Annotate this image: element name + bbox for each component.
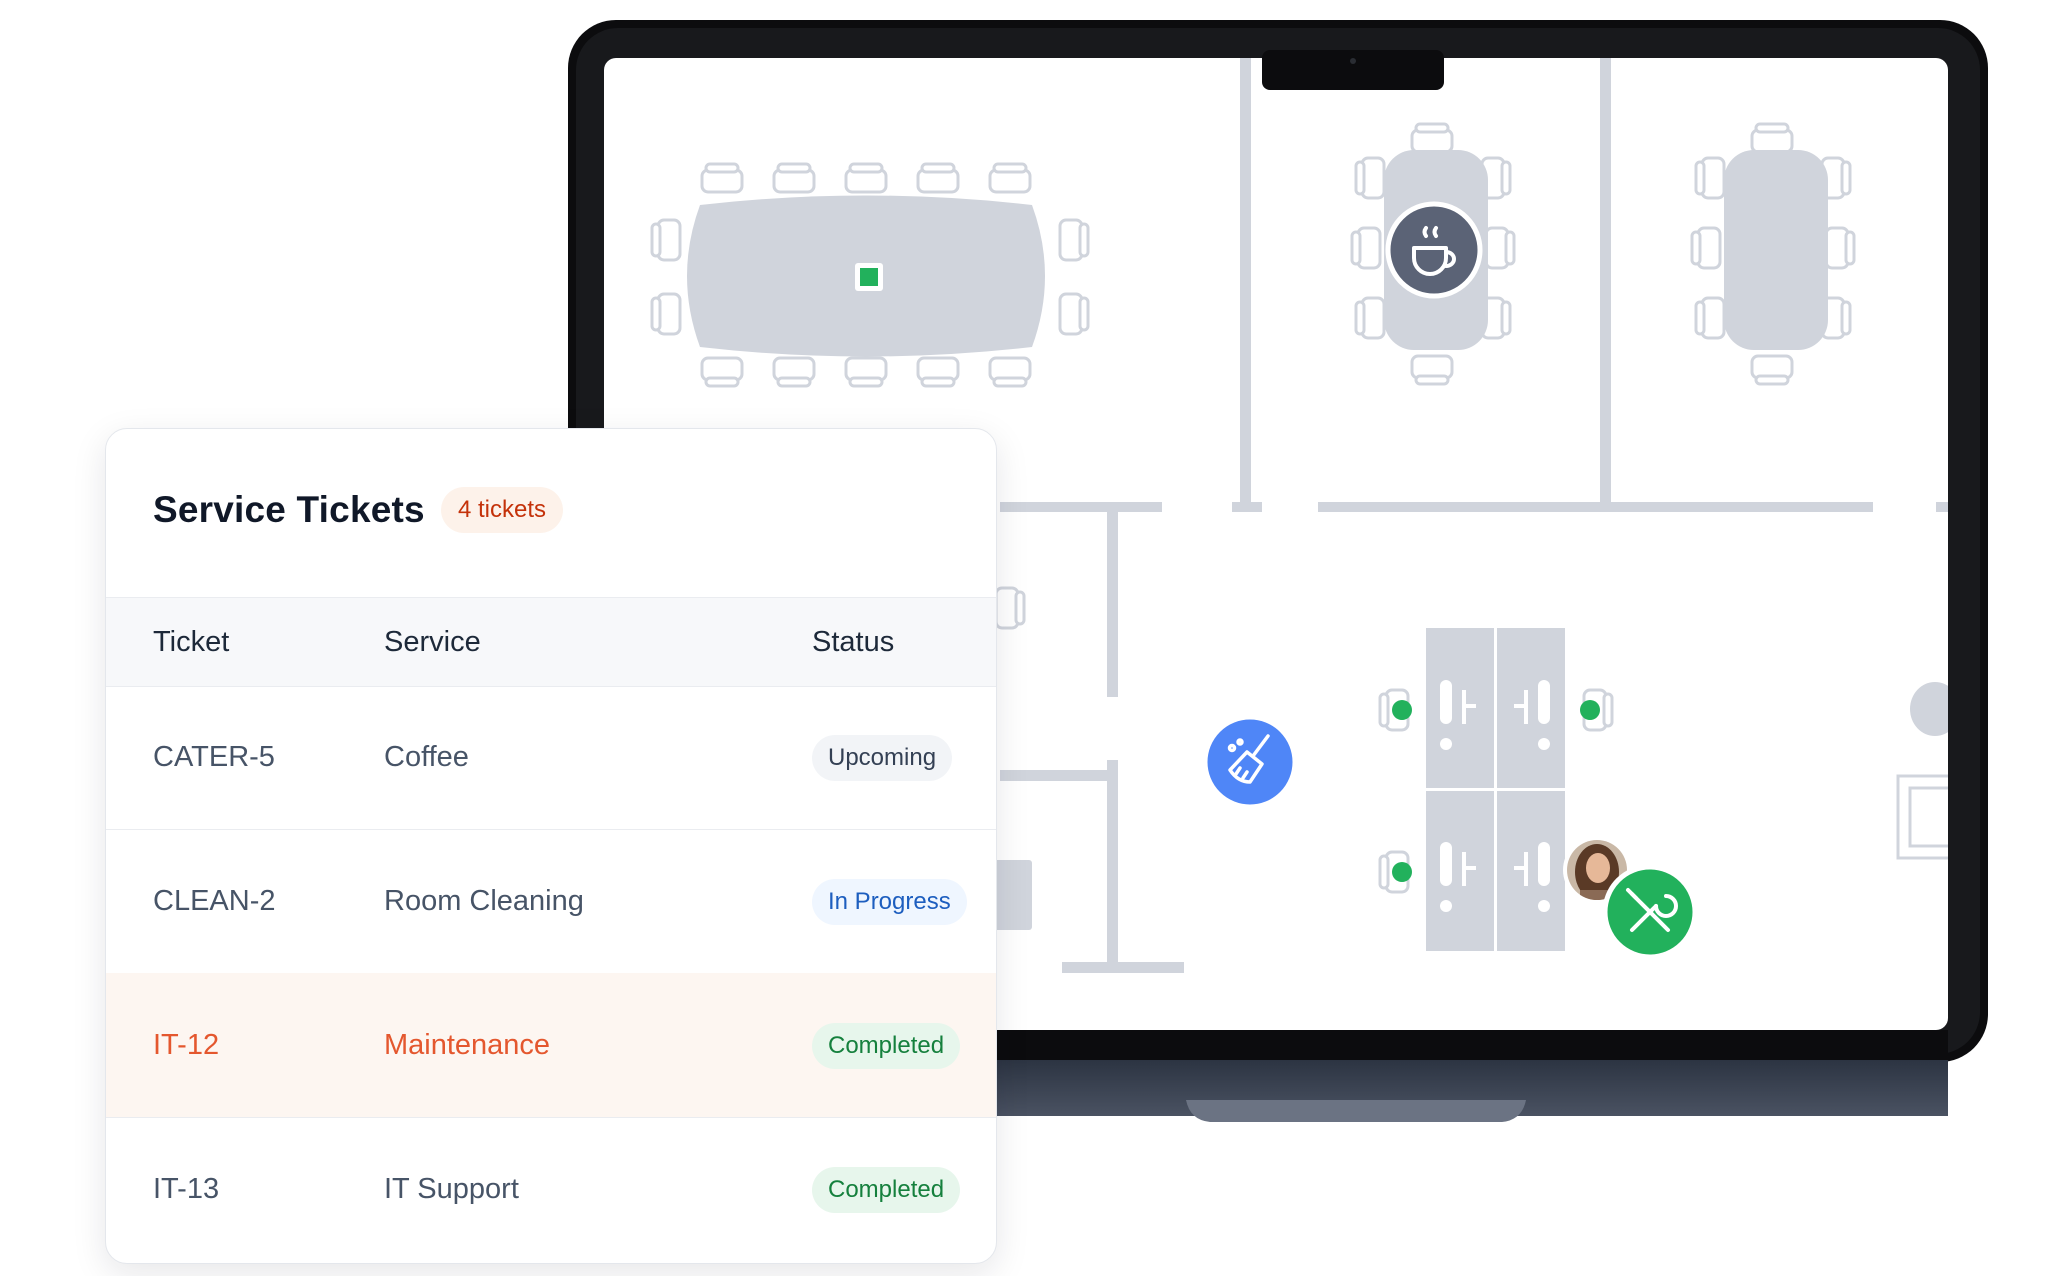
maintenance-service-marker[interactable] [1602,864,1698,960]
column-header-service[interactable]: Service [384,598,481,686]
status-badge: In Progress [812,879,967,925]
cleaning-service-marker[interactable] [1202,714,1298,810]
ticket-id: CLEAN-2 [153,885,276,917]
room-available-indicator [860,268,878,286]
table-row[interactable]: CATER-5 Coffee Upcoming [106,685,996,830]
service-name: Coffee [384,741,469,773]
ticket-count-badge: 4 tickets [441,487,564,533]
desk-available-indicator [1580,700,1600,720]
table-header: Ticket Service Status [106,597,996,687]
desk-available-indicator [1392,862,1412,882]
panel-header: Service Tickets 4 tickets [106,429,996,597]
camera-notch [1262,50,1444,90]
table-row[interactable]: CLEAN-2 Room Cleaning In Progress [106,829,996,974]
service-name: Room Cleaning [384,885,584,917]
ticket-id: CATER-5 [153,741,275,773]
desk-available-indicator [1392,700,1412,720]
table-row[interactable]: IT-13 IT Support Completed [106,1117,996,1261]
panel-title: Service Tickets [153,489,425,530]
column-header-ticket[interactable]: Ticket [153,598,229,686]
coffee-service-marker[interactable] [1385,201,1483,299]
column-header-status[interactable]: Status [812,598,894,686]
status-badge: Completed [812,1167,961,1213]
status-badge: Upcoming [812,735,953,781]
ticket-id: IT-12 [153,1029,220,1061]
ticket-id: IT-13 [153,1173,220,1205]
status-badge: Completed [812,1023,961,1069]
table-row[interactable]: IT-12 Maintenance Completed [106,973,996,1118]
service-name: Maintenance [384,1029,551,1061]
service-tickets-panel: Service Tickets 4 tickets Ticket Service… [105,428,997,1264]
service-name: IT Support [384,1173,519,1205]
